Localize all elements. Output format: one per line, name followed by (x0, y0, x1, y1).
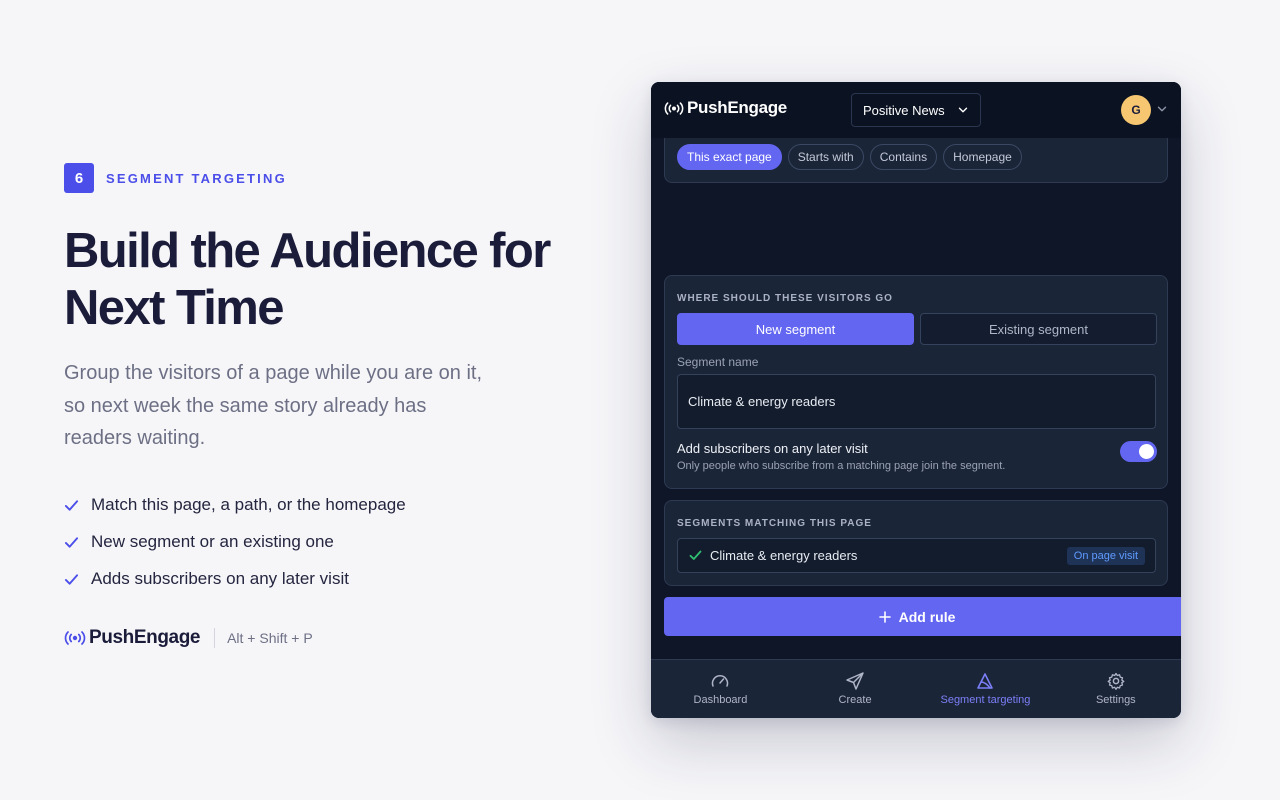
app-logo[interactable]: PushEngage (664, 98, 787, 118)
nav-item-segment-targeting[interactable]: Segment targeting (920, 660, 1050, 718)
nav-label: Create (838, 694, 872, 706)
match-type-card: This exact page Starts with Contains Hom… (664, 138, 1168, 183)
status-badge: On page visit (1066, 547, 1145, 565)
existing-segment-button[interactable]: Existing segment (920, 313, 1157, 345)
site-selector[interactable]: Positive News (851, 93, 981, 127)
app-window: PushEngage Positive News G This exact pa… (651, 82, 1181, 718)
chip-this-exact-page[interactable]: This exact page (677, 144, 782, 170)
step-number-badge: 6 (64, 163, 94, 193)
feature-text: New segment or an existing one (91, 532, 334, 551)
matching-segments-card: SEGMENTS MATCHING THIS PAGE Climate & en… (664, 500, 1168, 586)
nav-label: Segment targeting (940, 694, 1031, 706)
step-label: SEGMENT TARGETING (106, 170, 287, 186)
feature-text: Adds subscribers on any later visit (91, 569, 349, 588)
nav-item-dashboard[interactable]: Dashboard (651, 660, 790, 718)
headline-line-1: Build the Audience for (64, 224, 551, 278)
check-icon (64, 573, 79, 585)
nav-label: Settings (1095, 694, 1136, 706)
nav-item-settings[interactable]: Settings (1051, 660, 1181, 718)
later-visit-option-title: Add subscribers on any later visit (677, 441, 868, 456)
avatar[interactable]: G (1121, 95, 1151, 125)
chevron-down-icon[interactable] (1157, 105, 1167, 113)
segment-name-label: Segment name (677, 355, 759, 369)
site-selector-value: Positive News (863, 102, 945, 118)
toggle-knob (1139, 444, 1154, 459)
later-visit-toggle[interactable] (1120, 441, 1157, 462)
description: Group the visitors of a page while you a… (64, 362, 483, 449)
chip-contains[interactable]: Contains (869, 144, 938, 170)
add-rule-button[interactable]: Add rule (664, 597, 1181, 636)
step-row: 6 SEGMENT TARGETING (64, 163, 584, 193)
marketing-column: 6 SEGMENT TARGETING Build the Audience f… (64, 163, 584, 652)
headline-line-2: Next Time (64, 281, 285, 335)
check-icon (689, 550, 702, 560)
nav-label: Dashboard (693, 694, 748, 706)
later-visit-option-subtitle: Only people who subscribe from a matchin… (677, 460, 1006, 472)
brand-name: PushEngage (89, 626, 201, 648)
matching-segments-title: SEGMENTS MATCHING THIS PAGE (677, 518, 872, 529)
check-icon (64, 536, 79, 548)
bottom-nav: Dashboard Create Segment targeting Setti… (651, 659, 1181, 718)
chevron-down-icon (958, 107, 968, 113)
feature-item: Match this page, a path, or the homepage (64, 487, 584, 524)
chip-homepage[interactable]: Homepage (943, 144, 1022, 170)
headline: Build the Audience for Next Time (64, 223, 584, 337)
keyboard-shortcut: Alt + Shift + P (227, 629, 313, 646)
segment-name-value: Climate & energy readers (688, 394, 836, 409)
broadcast-logo-icon (64, 630, 86, 645)
app-body: This exact page Starts with Contains Hom… (651, 138, 1181, 659)
segment-mode-toggle: New segment Existing segment (677, 313, 1157, 345)
matching-segment-name: Climate & energy readers (710, 548, 858, 563)
matching-segment-row[interactable]: Climate & energy readers On page visit (677, 538, 1156, 573)
segment-icon (977, 673, 994, 689)
destination-card: WHERE SHOULD THESE VISITORS GO New segme… (664, 275, 1168, 489)
nav-item-create[interactable]: Create (790, 660, 920, 718)
feature-list: Match this page, a path, or the homepage… (64, 487, 584, 598)
feature-item: Adds subscribers on any later visit (64, 561, 584, 598)
divider (214, 627, 216, 648)
broadcast-logo-icon (664, 101, 684, 115)
gauge-icon (712, 675, 729, 687)
brand-row: PushEngage Alt + Shift + P (64, 624, 584, 652)
gear-icon (1107, 672, 1125, 690)
match-type-chips: This exact page Starts with Contains Hom… (677, 144, 1022, 170)
plus-icon (878, 610, 891, 623)
feature-item: New segment or an existing one (64, 524, 584, 561)
segment-name-input[interactable]: Climate & energy readers (677, 374, 1156, 429)
feature-text: Match this page, a path, or the homepage (91, 495, 406, 514)
add-rule-label: Add rule (898, 608, 956, 625)
new-segment-button[interactable]: New segment (677, 313, 914, 345)
send-icon (846, 672, 864, 690)
destination-title: WHERE SHOULD THESE VISITORS GO (677, 293, 893, 304)
app-header: PushEngage Positive News G (651, 82, 1181, 138)
chip-starts-with[interactable]: Starts with (787, 144, 864, 170)
app-logo-text: PushEngage (687, 98, 787, 117)
check-icon (64, 499, 79, 511)
